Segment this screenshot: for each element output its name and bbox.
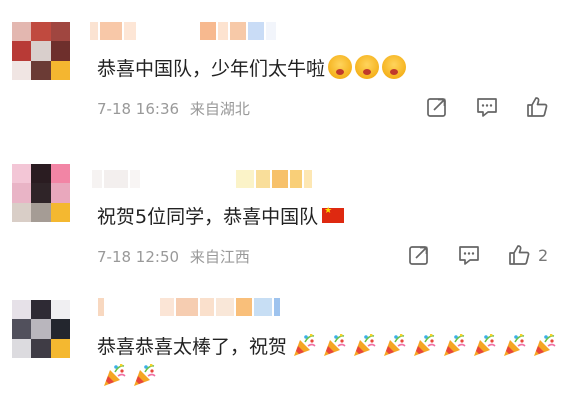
comment-text: 恭喜中国队，少年们太牛啦 bbox=[97, 54, 407, 81]
username-mosaic[interactable] bbox=[98, 298, 280, 316]
party-popper-icon bbox=[441, 332, 467, 358]
party-popper-icon bbox=[351, 332, 377, 358]
like-icon[interactable] bbox=[508, 244, 530, 266]
comment-actions: 2 bbox=[408, 244, 548, 266]
party-popper-icon bbox=[291, 332, 317, 358]
like-icon[interactable] bbox=[526, 96, 548, 118]
party-popper-icon bbox=[531, 332, 557, 358]
party-popper-icon bbox=[131, 362, 157, 388]
comment-meta: 7-18 12:50 来自江西 bbox=[97, 246, 250, 267]
comment-item: 祝贺5位同学，恭喜中国队 7-18 12:50 来自江西 2 bbox=[0, 140, 583, 280]
comment-text: 恭喜恭喜太棒了，祝贺 bbox=[97, 332, 557, 392]
username-mosaic[interactable] bbox=[90, 22, 276, 40]
comment-text-body: 恭喜中国队，少年们太牛啦 bbox=[97, 58, 326, 80]
comment-text-body: 恭喜恭喜太棒了，祝贺 bbox=[97, 336, 288, 358]
share-icon[interactable] bbox=[426, 96, 448, 118]
comment-actions bbox=[426, 96, 548, 118]
username-mosaic[interactable] bbox=[92, 170, 312, 188]
party-popper-icon bbox=[101, 362, 127, 388]
like-count: 2 bbox=[538, 245, 549, 265]
flushed-face-icon bbox=[328, 55, 353, 79]
comment-location: 来自江西 bbox=[189, 248, 250, 266]
comment-item: 恭喜中国队，少年们太牛啦 7-18 16:36 来自湖北 bbox=[0, 0, 583, 140]
avatar[interactable] bbox=[12, 164, 70, 222]
avatar[interactable] bbox=[12, 300, 70, 358]
party-popper-icon bbox=[471, 332, 497, 358]
comment-item: 恭喜恭喜太棒了，祝贺 bbox=[0, 280, 583, 407]
party-popper-icon bbox=[411, 332, 437, 358]
flushed-face-icon bbox=[382, 55, 407, 79]
party-popper-icon bbox=[321, 332, 347, 358]
party-popper-icon bbox=[381, 332, 407, 358]
flushed-face-icon bbox=[355, 55, 380, 79]
party-popper-icon bbox=[501, 332, 527, 358]
comment-time: 7-18 12:50 bbox=[97, 248, 180, 266]
avatar[interactable] bbox=[12, 22, 70, 80]
comment-icon[interactable] bbox=[476, 96, 498, 118]
comment-text: 祝贺5位同学，恭喜中国队 bbox=[97, 202, 345, 229]
comment-time: 7-18 16:36 bbox=[97, 100, 180, 118]
share-icon[interactable] bbox=[408, 244, 430, 266]
china-flag-icon bbox=[322, 206, 345, 223]
comment-location: 来自湖北 bbox=[189, 100, 250, 118]
comment-meta: 7-18 16:36 来自湖北 bbox=[97, 98, 250, 119]
comment-text-body: 祝贺5位同学，恭喜中国队 bbox=[97, 206, 319, 228]
comment-icon[interactable] bbox=[458, 244, 480, 266]
